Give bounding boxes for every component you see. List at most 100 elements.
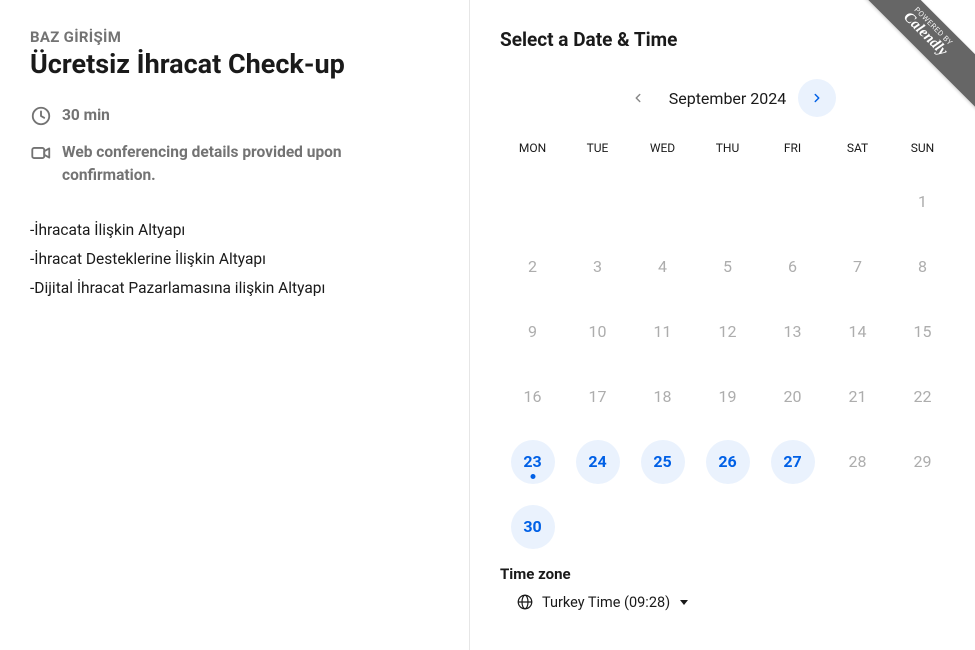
calendar-day-available[interactable]: 25 — [641, 440, 685, 484]
calendar-day-cell: 12 — [695, 299, 760, 364]
calendar-day-available[interactable]: 26 — [706, 440, 750, 484]
timezone-label: Time zone — [500, 565, 955, 583]
calendar-day-cell — [760, 169, 825, 234]
location-row: Web conferencing details provided upon c… — [30, 141, 439, 188]
calendar-day-cell: 16 — [500, 364, 565, 429]
globe-icon — [516, 593, 534, 611]
month-navigation: September 2024 — [500, 79, 955, 117]
calendar-day-cell: 28 — [825, 429, 890, 494]
current-month-label: September 2024 — [665, 89, 791, 108]
calendar-day-cell: 7 — [825, 234, 890, 299]
chevron-left-icon — [631, 91, 645, 105]
calendar-day-cell: 26 — [695, 429, 760, 494]
event-description: -İhracata İlişkin Altyapı-İhracat Destek… — [30, 216, 439, 304]
calendar-day-cell: 11 — [630, 299, 695, 364]
description-line: -Dijital İhracat Pazarlamasına ilişkin A… — [30, 274, 439, 303]
calendar-day-available[interactable]: 30 — [511, 505, 555, 549]
weekday-label: MON — [500, 141, 565, 155]
weekday-label: TUE — [565, 141, 630, 155]
calendar-day-cell: 17 — [565, 364, 630, 429]
calendar-day-cell: 10 — [565, 299, 630, 364]
calendar-day-disabled: 4 — [641, 245, 685, 289]
calendar-day-disabled: 18 — [641, 375, 685, 419]
calendar-day-cell — [630, 169, 695, 234]
calendar-day-disabled: 19 — [706, 375, 750, 419]
calendar-week-row: 2345678 — [500, 234, 955, 299]
calendar-day-cell: 2 — [500, 234, 565, 299]
weekday-label: WED — [630, 141, 695, 155]
calendar-day-disabled: 1 — [901, 180, 945, 224]
timezone-selector[interactable]: Turkey Time (09:28) — [500, 593, 955, 611]
calendar-day-disabled: 10 — [576, 310, 620, 354]
calendar-day-disabled: 16 — [511, 375, 555, 419]
calendar-day-disabled: 29 — [901, 440, 945, 484]
calendar-day-disabled: 15 — [901, 310, 945, 354]
calendar-day-cell: 9 — [500, 299, 565, 364]
calendar-day-cell: 1 — [890, 169, 955, 234]
select-date-heading: Select a Date & Time — [500, 28, 955, 51]
calendar-day-cell: 20 — [760, 364, 825, 429]
calendar-day-cell: 14 — [825, 299, 890, 364]
video-icon — [30, 142, 52, 164]
calendar-week-row: 30 — [500, 494, 955, 559]
calendar-day-cell — [500, 169, 565, 234]
clock-icon — [30, 105, 52, 127]
duration-row: 30 min — [30, 104, 439, 127]
today-indicator-dot — [530, 474, 535, 479]
calendar-day-available[interactable]: 24 — [576, 440, 620, 484]
calendar-week-row: 16 17 18 192021 22 — [500, 364, 955, 429]
calendar-day-disabled: 2 — [511, 245, 555, 289]
duration-text: 30 min — [62, 104, 110, 127]
weekday-label: FRI — [760, 141, 825, 155]
calendar-day-disabled: 9 — [511, 310, 555, 354]
timezone-value: Turkey Time (09:28) — [542, 594, 670, 611]
event-details-panel: BAZ GİRİŞİM Ücretsiz İhracat Check-up 30… — [0, 0, 470, 650]
calendar-day-cell — [760, 494, 825, 559]
calendar-day-disabled: 14 — [836, 310, 880, 354]
calendar-day-disabled: 6 — [771, 245, 815, 289]
calendar-day-cell — [565, 494, 630, 559]
organizer-name: BAZ GİRİŞİM — [30, 28, 439, 46]
caret-down-icon — [680, 600, 688, 605]
calendar-day-available[interactable]: 23 — [511, 440, 555, 484]
calendar-day-cell — [630, 494, 695, 559]
calendar-day-cell: 21 — [825, 364, 890, 429]
calendar-day-cell: 27 — [760, 429, 825, 494]
calendar-day-cell — [825, 494, 890, 559]
calendar-day-cell: 25 — [630, 429, 695, 494]
calendar-day-cell: 18 — [630, 364, 695, 429]
calendar-day-available[interactable]: 27 — [771, 440, 815, 484]
calendar-day-disabled: 21 — [836, 375, 880, 419]
calendar-day-cell: 29 — [890, 429, 955, 494]
description-line: -İhracat Desteklerine İlişkin Altyapı — [30, 245, 439, 274]
calendar-day-cell — [695, 169, 760, 234]
calendar-day-cell: 3 — [565, 234, 630, 299]
weekday-label: SUN — [890, 141, 955, 155]
calendar-day-cell: 8 — [890, 234, 955, 299]
calendar-week-row: 9101112131415 — [500, 299, 955, 364]
calendar-day-cell: 23 — [500, 429, 565, 494]
calendar-day-cell — [890, 494, 955, 559]
calendar-day-cell: 30 — [500, 494, 565, 559]
weekday-header-row: MONTUEWEDTHUFRISATSUN — [500, 141, 955, 155]
calendar-day-disabled: 22 — [901, 375, 945, 419]
calendar-day-cell: 4 — [630, 234, 695, 299]
weekday-label: SAT — [825, 141, 890, 155]
calendar-day-disabled: 7 — [836, 245, 880, 289]
next-month-button[interactable] — [798, 79, 836, 117]
calendar-day-cell — [695, 494, 760, 559]
calendar-day-disabled: 28 — [836, 440, 880, 484]
calendar-week-row: 1 — [500, 169, 955, 234]
calendar-day-disabled: 5 — [706, 245, 750, 289]
calendar-day-cell: 5 — [695, 234, 760, 299]
calendar-day-disabled: 11 — [641, 310, 685, 354]
timezone-section: Time zone Turkey Time (09:28) — [500, 565, 955, 611]
previous-month-button[interactable] — [619, 79, 657, 117]
calendar-day-disabled: 17 — [576, 375, 620, 419]
calendar-day-disabled: 3 — [576, 245, 620, 289]
calendar-day-cell — [565, 169, 630, 234]
chevron-right-icon — [810, 91, 824, 105]
calendar-day-cell: 22 — [890, 364, 955, 429]
event-title: Ücretsiz İhracat Check-up — [30, 48, 439, 82]
location-text: Web conferencing details provided upon c… — [62, 141, 439, 188]
